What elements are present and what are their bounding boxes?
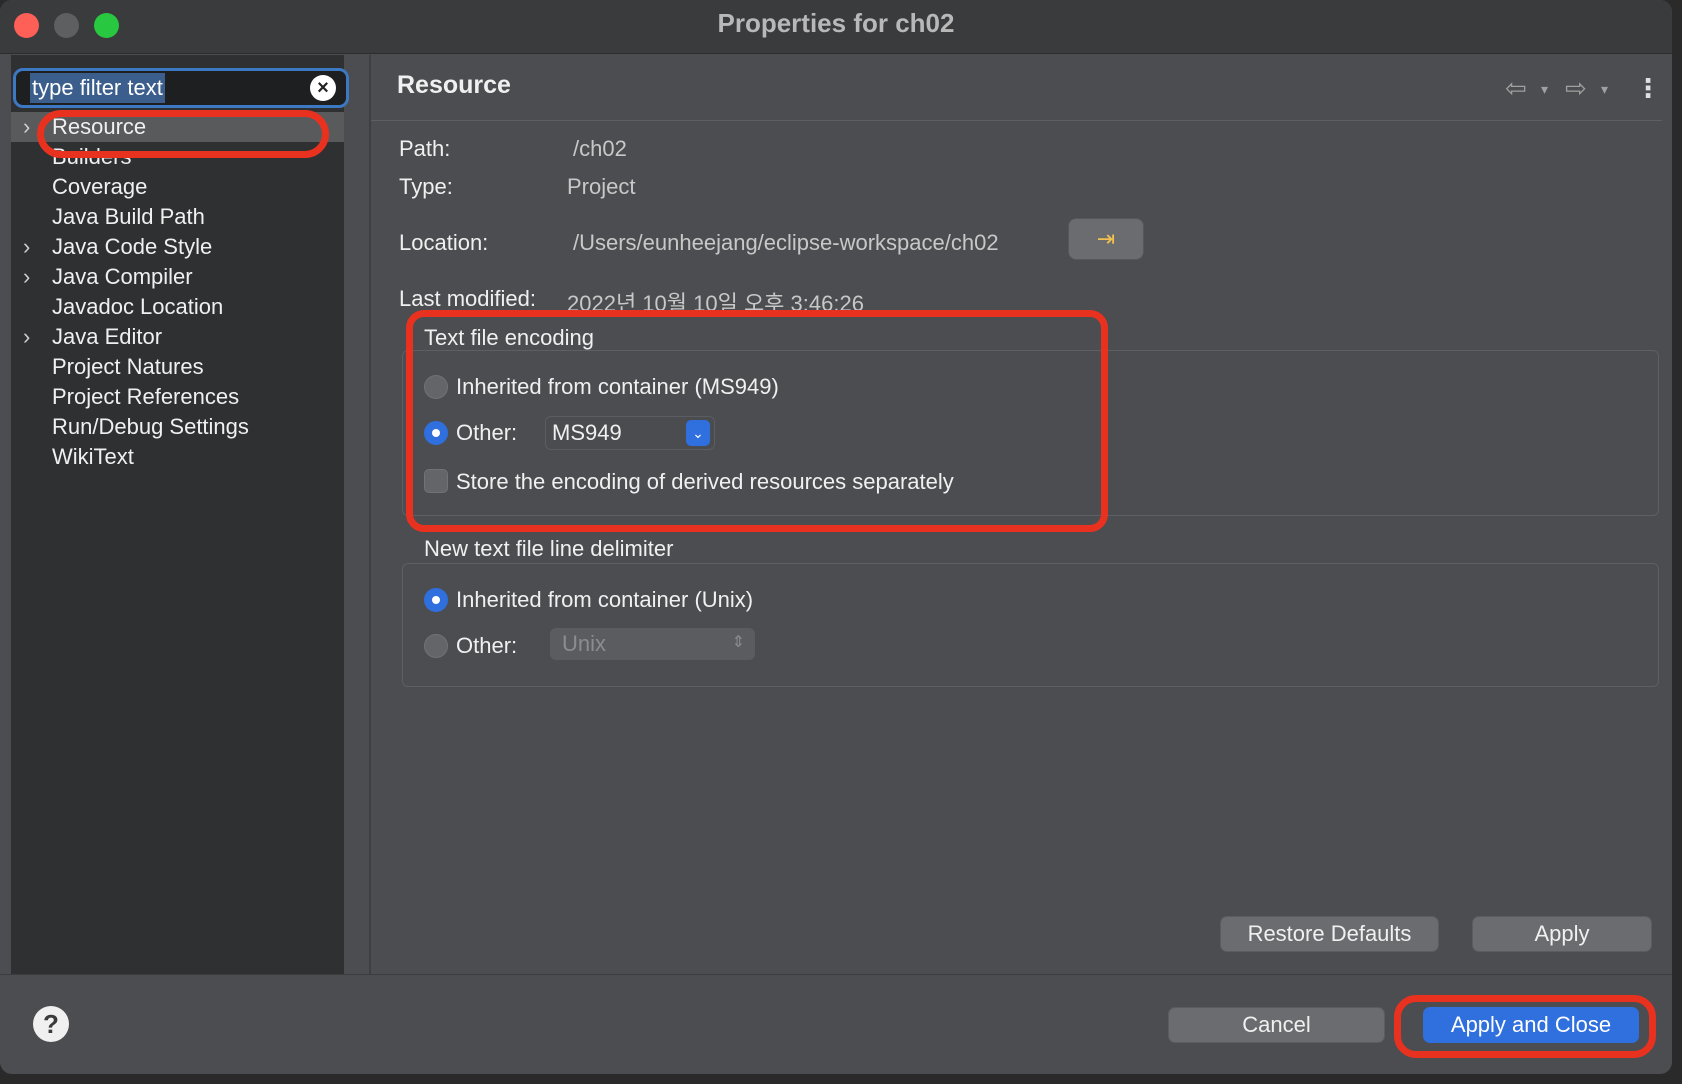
page-title: Resource [397,71,511,99]
chevron-down-icon[interactable]: ▾ [1541,81,1548,98]
path-value: /ch02 [573,136,627,161]
filter-text[interactable]: type filter text [30,73,165,103]
more-menu-icon[interactable]: ⋮ [1635,73,1661,104]
show-in-finder-button[interactable]: ⇥ [1068,218,1144,260]
annotation-highlight-apply-close [1394,995,1656,1058]
chevron-right-icon[interactable]: › [23,112,30,142]
delimiter-select-value: Unix [562,631,607,656]
line-delimiter-group-label: New text file line delimiter [424,536,674,561]
tree-item-label: Java Editor [52,324,163,349]
tree-item-label: Run/Debug Settings [52,414,249,439]
filter-input[interactable]: type filter text × [13,68,349,108]
tree-item-java-code-style[interactable]: › Java Code Style [11,232,344,262]
delimiter-inherited-label[interactable]: Inherited from container (Unix) [456,587,753,613]
tree-item-project-references[interactable]: Project References [11,382,344,412]
forward-arrow-icon[interactable]: ⇨ [1565,73,1587,104]
path-label: Path: [399,136,451,161]
tree-item-label: Coverage [52,174,148,199]
chevron-right-icon[interactable]: › [23,232,30,262]
chevron-right-icon[interactable]: › [23,322,30,352]
apply-button[interactable]: Apply [1472,916,1652,952]
tree-item-label: Javadoc Location [52,294,224,319]
window-title: Properties for ch02 [717,8,955,38]
help-icon[interactable]: ? [33,1006,69,1042]
last-modified-label: Last modified: [399,286,536,311]
tree-item-java-editor[interactable]: › Java Editor [11,322,344,352]
tree-item-label: Java Compiler [52,264,193,289]
tree-item-label: Java Code Style [52,234,213,259]
type-value: Project [567,174,636,199]
chevron-right-icon[interactable]: › [23,262,30,292]
delimiter-other-radio[interactable] [424,634,448,658]
tree-item-project-natures[interactable]: Project Natures [11,352,344,382]
location-value: /Users/eunheejang/eclipse-workspace/ch02 [573,230,999,255]
up-down-arrows-icon: ⇕ [731,634,745,651]
cancel-button[interactable]: Cancel [1168,1007,1385,1043]
tree-item-run-debug-settings[interactable]: Run/Debug Settings [11,412,344,442]
properties-window: Properties for ch02 type filter text × ›… [0,0,1672,1074]
chevron-down-icon[interactable]: ▾ [1601,81,1608,98]
page-header: Resource ⇦ ▾ ⇨ ▾ ⋮ [371,55,1662,121]
type-label: Type: [399,174,453,199]
tree-item-label: Java Build Path [52,204,205,229]
delimiter-select[interactable]: Unix ⇕ [550,628,755,660]
footer-divider [0,974,1672,975]
delimiter-inherited-radio[interactable] [424,588,448,612]
properties-tree: › Resource Builders Coverage Java Build … [11,112,344,472]
panel-divider[interactable] [369,55,371,974]
annotation-highlight-encoding [406,310,1108,532]
tree-item-coverage[interactable]: Coverage [11,172,344,202]
tree-item-java-compiler[interactable]: › Java Compiler [11,262,344,292]
tree-item-label: Project Natures [52,354,204,379]
line-delimiter-group [402,563,1659,687]
restore-defaults-button[interactable]: Restore Defaults [1220,916,1439,952]
tree-item-javadoc-location[interactable]: Javadoc Location [11,292,344,322]
tree-item-wikitext[interactable]: WikiText [11,442,344,472]
tree-item-java-build-path[interactable]: Java Build Path [11,202,344,232]
location-label: Location: [399,230,489,255]
tree-item-label: Project References [52,384,240,409]
back-arrow-icon[interactable]: ⇦ [1505,73,1527,104]
tree-item-label: WikiText [52,444,134,469]
open-location-icon: ⇥ [1096,226,1116,251]
delimiter-other-label[interactable]: Other: [456,633,517,659]
clear-icon[interactable]: × [310,75,336,101]
title-bar: Properties for ch02 [0,0,1672,54]
annotation-highlight-resource [37,110,329,158]
